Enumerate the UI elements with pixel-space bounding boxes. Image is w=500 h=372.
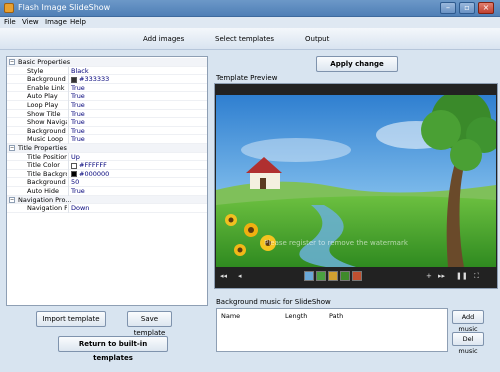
property-row[interactable]: Style Black: [7, 66, 207, 76]
menu-help[interactable]: Help: [70, 18, 86, 26]
color-swatch: [71, 171, 77, 178]
music-list[interactable]: Name Length Path: [216, 308, 448, 352]
property-row[interactable]: Title Position Up: [7, 152, 207, 162]
menu-view[interactable]: View: [22, 18, 39, 26]
menu-file[interactable]: File: [4, 18, 16, 26]
property-row[interactable]: Navigation P...Down: [7, 204, 207, 213]
add-images-link[interactable]: Add images: [143, 35, 184, 43]
app-icon: [4, 3, 14, 13]
property-row[interactable]: Background ...True: [7, 126, 207, 136]
column-header-path[interactable]: Path: [329, 312, 343, 320]
del-music-button[interactable]: Del music: [452, 332, 484, 355]
column-header-name[interactable]: Name: [221, 312, 240, 320]
color-swatch: [71, 76, 77, 83]
thumbnail-3[interactable]: [328, 271, 338, 281]
collapse-icon[interactable]: −: [9, 145, 15, 151]
column-header-length[interactable]: Length: [285, 312, 307, 320]
back-icon[interactable]: ◂: [238, 272, 242, 280]
pause-icon[interactable]: ❚❚: [456, 272, 468, 280]
thumbnail-1[interactable]: [304, 271, 314, 281]
fullscreen-icon[interactable]: ⛶: [474, 272, 479, 281]
title-bar: Flash Image SlideShow – ▫ ×: [0, 0, 500, 17]
fast-forward-icon[interactable]: ▸▸: [438, 272, 445, 280]
thumbnail-4[interactable]: [340, 271, 350, 281]
property-row[interactable]: Background A...50: [7, 178, 207, 187]
menu-image[interactable]: Image: [45, 18, 67, 26]
collapse-icon[interactable]: −: [9, 59, 15, 65]
window-title: Flash Image SlideShow: [18, 3, 111, 12]
add-music-button[interactable]: Add music: [452, 310, 484, 333]
template-preview-label: Template Preview: [216, 74, 278, 82]
player-control-bar: ◂◂ ◂ + ▸▸ ❚❚ ⛶: [216, 267, 496, 287]
previous-icon[interactable]: ◂◂: [220, 272, 227, 280]
property-row[interactable]: Music Loop True: [7, 135, 207, 144]
close-icon[interactable]: ×: [478, 2, 494, 14]
property-row[interactable]: Enable Link True: [7, 83, 207, 93]
select-templates-link[interactable]: Select templates: [215, 35, 274, 43]
property-row[interactable]: Show Navigat...True: [7, 118, 207, 127]
property-row[interactable]: Background C...#333333: [7, 75, 207, 84]
property-row[interactable]: Auto Hide True: [7, 187, 207, 196]
save-template-button[interactable]: Save template: [127, 311, 172, 337]
apply-change-button[interactable]: Apply change: [316, 56, 398, 72]
property-row[interactable]: Show Title True: [7, 109, 207, 119]
thumbnail-2[interactable]: [316, 271, 326, 281]
collapse-icon[interactable]: −: [9, 196, 15, 203]
watermark-text: Please register to remove the watermark: [264, 239, 409, 247]
category-title-properties[interactable]: − Title Properties: [7, 144, 207, 153]
category-navigation-properties[interactable]: − Navigation Pro...: [7, 195, 207, 205]
output-link[interactable]: Output: [305, 35, 329, 43]
menu-bar: File View Image Help: [0, 17, 500, 28]
background-music-label: Background music for SlideShow: [216, 298, 331, 306]
slideshow-preview-image: Please register to remove the watermark: [216, 95, 496, 267]
category-basic-properties[interactable]: − Basic Properties: [7, 58, 207, 67]
property-row[interactable]: Loop Play True: [7, 101, 207, 110]
maximize-icon[interactable]: ▫: [459, 2, 475, 14]
step-toolbar: Add images Select templates Output: [0, 28, 500, 50]
property-row[interactable]: Title Backgro...#000000: [7, 169, 207, 179]
import-template-button[interactable]: Import template: [36, 311, 106, 327]
property-grid[interactable]: − Basic Properties Style Black Background…: [6, 56, 208, 306]
property-row[interactable]: Auto Play True: [7, 92, 207, 101]
property-row[interactable]: Title Color #FFFFFF: [7, 161, 207, 170]
color-swatch: [71, 162, 77, 169]
thumbnail-5[interactable]: [352, 271, 362, 281]
return-builtin-button[interactable]: Return to built-in templates: [58, 336, 168, 362]
add-icon[interactable]: +: [426, 272, 432, 280]
minimize-icon[interactable]: –: [440, 2, 456, 14]
